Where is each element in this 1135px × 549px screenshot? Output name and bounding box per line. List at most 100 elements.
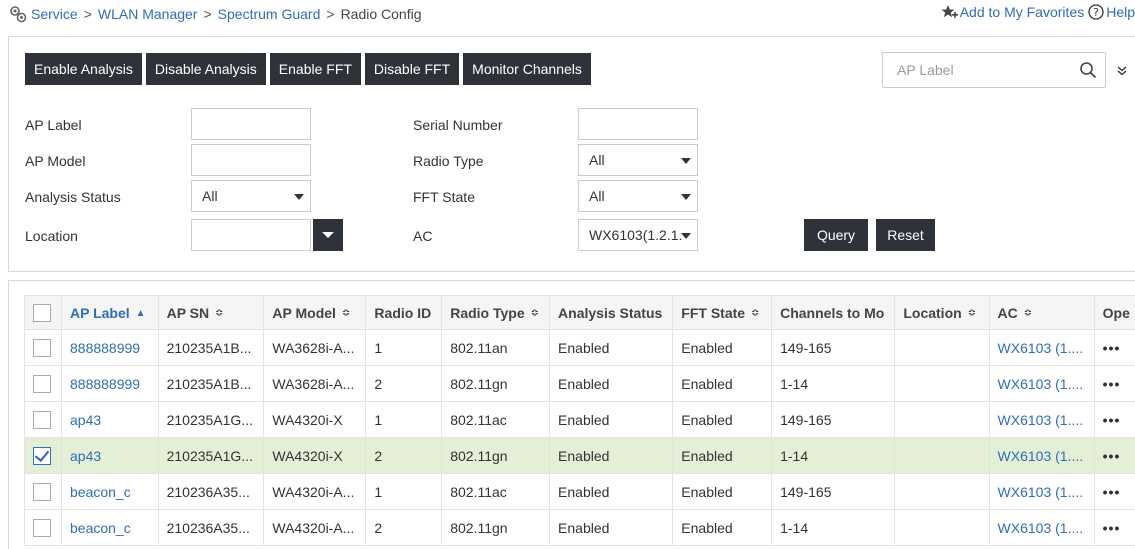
breadcrumb-wlan-manager[interactable]: WLAN Manager — [98, 6, 198, 22]
breadcrumb-current: Radio Config — [340, 6, 422, 22]
row-checkbox[interactable] — [33, 518, 51, 537]
header-actions: Add to My Favorites ? Help — [941, 4, 1135, 20]
fft-state-cell: Enabled — [672, 401, 773, 438]
disable-analysis-button[interactable]: Disable Analysis — [145, 53, 266, 85]
expand-chevron-icon[interactable] — [1116, 65, 1128, 77]
ap-label-link[interactable]: 888888999 — [61, 365, 159, 402]
svg-text:?: ? — [1093, 6, 1099, 19]
more-actions-icon[interactable]: ••• — [1103, 484, 1121, 500]
ap-sn-cell: 210236A35... — [157, 473, 265, 510]
ap-model-cell: WA4320i-A... — [263, 509, 367, 546]
help-link[interactable]: Help — [1106, 4, 1135, 20]
col-ap-label[interactable]: AP Label ▲ — [61, 295, 159, 330]
table-row[interactable]: ap43 210235A1G... WA4320i-X 2 802.11gn E… — [24, 437, 1135, 474]
breadcrumb-separator: > — [83, 6, 92, 22]
row-checkbox[interactable] — [33, 410, 51, 429]
table-row[interactable]: beacon_c 210236A35... WA4320i-A... 2 802… — [24, 509, 1135, 546]
channels-cell: 149-165 — [771, 329, 896, 366]
location-dropdown-button[interactable] — [313, 219, 343, 251]
serial-number-input[interactable] — [578, 108, 698, 140]
breadcrumb-service[interactable]: Service — [31, 6, 78, 22]
star-add-icon[interactable] — [941, 4, 958, 20]
radio-table: AP Label ▲ AP SN ≎ AP Model ≎ Radio ID Radi… — [24, 295, 1135, 546]
ap-model-cell: WA4320i-A... — [263, 473, 367, 510]
ac-link[interactable]: WX6103 (1.... — [988, 329, 1095, 366]
dropdown-caret-icon — [322, 232, 334, 238]
ap-label-link[interactable]: beacon_c — [61, 509, 159, 546]
search-icon[interactable] — [1079, 61, 1097, 79]
enable-fft-button[interactable]: Enable FFT — [269, 53, 361, 85]
breadcrumb-separator: > — [326, 6, 335, 22]
fft-state-cell: Enabled — [672, 473, 773, 510]
col-operation: Ope — [1093, 295, 1135, 330]
radio-id-cell: 1 — [365, 401, 443, 438]
table-row[interactable]: 888888999 210235A1B... WA3628i-A... 2 80… — [24, 365, 1135, 402]
radio-type-value: All — [589, 152, 605, 168]
ap-model-input[interactable] — [191, 144, 311, 176]
fft-state-cell: Enabled — [672, 509, 773, 546]
select-all-checkbox[interactable] — [33, 303, 51, 322]
ap-sn-cell: 210235A1B... — [157, 365, 265, 402]
more-actions-icon[interactable]: ••• — [1103, 340, 1121, 356]
more-actions-icon[interactable]: ••• — [1103, 520, 1121, 536]
row-checkbox[interactable] — [33, 482, 51, 501]
ac-link[interactable]: WX6103 (1.... — [988, 437, 1095, 474]
sort-icon: ≎ — [341, 308, 351, 320]
analysis-status-cell: Enabled — [549, 437, 674, 474]
location-input[interactable] — [191, 219, 311, 251]
more-actions-icon[interactable]: ••• — [1103, 448, 1121, 464]
query-button[interactable]: Query — [804, 219, 868, 251]
ap-label-link[interactable]: ap43 — [61, 401, 159, 438]
row-checkbox[interactable] — [33, 338, 51, 357]
enable-analysis-button[interactable]: Enable Analysis — [25, 53, 142, 85]
operation-cell: ••• — [1093, 329, 1135, 366]
row-select-cell — [24, 401, 62, 438]
col-ap-model[interactable]: AP Model ≎ — [263, 295, 367, 330]
analysis-status-select[interactable]: All — [191, 180, 311, 212]
table-header-row: AP Label ▲ AP SN ≎ AP Model ≎ Radio ID Radi… — [24, 295, 1135, 330]
fft-state-select[interactable]: All — [578, 180, 698, 212]
breadcrumb-spectrum-guard[interactable]: Spectrum Guard — [218, 6, 321, 22]
search-input[interactable]: AP Label — [882, 52, 1106, 88]
add-to-favorites-link[interactable]: Add to My Favorites — [960, 4, 1085, 20]
ap-label-input[interactable] — [191, 108, 311, 140]
row-checkbox[interactable] — [33, 374, 51, 393]
col-location[interactable]: Location ≎ — [894, 295, 990, 330]
reset-button[interactable]: Reset — [876, 219, 935, 251]
analysis-status-cell: Enabled — [549, 329, 674, 366]
more-actions-icon[interactable]: ••• — [1103, 412, 1121, 428]
ac-link[interactable]: WX6103 (1.... — [988, 401, 1095, 438]
top-bar: Service > WLAN Manager > Spectrum Guard … — [0, 0, 1135, 28]
table-row[interactable]: beacon_c 210236A35... WA4320i-A... 1 802… — [24, 473, 1135, 510]
ac-link[interactable]: WX6103 (1.... — [988, 473, 1095, 510]
fft-state-value: All — [589, 188, 605, 204]
ac-link[interactable]: WX6103 (1.... — [988, 365, 1095, 402]
col-ac[interactable]: AC ≎ — [988, 295, 1095, 330]
help-icon[interactable]: ? — [1088, 4, 1104, 20]
ap-model-label: AP Model — [25, 153, 86, 169]
channels-cell: 1-14 — [771, 437, 896, 474]
analysis-status-cell: Enabled — [549, 401, 674, 438]
location-cell — [894, 509, 990, 546]
ac-select[interactable]: WX6103(1.2.1. — [578, 219, 698, 251]
col-ap-sn[interactable]: AP SN ≎ — [157, 295, 265, 330]
breadcrumb: Service > WLAN Manager > Spectrum Guard … — [9, 5, 422, 23]
monitor-channels-button[interactable]: Monitor Channels — [463, 53, 591, 85]
radio-type-select[interactable]: All — [578, 144, 698, 176]
col-fft-state[interactable]: FFT State ≎ — [672, 295, 773, 330]
ap-label-link[interactable]: beacon_c — [61, 473, 159, 510]
row-checkbox[interactable] — [33, 446, 51, 465]
ac-link[interactable]: WX6103 (1.... — [988, 509, 1095, 546]
location-cell — [894, 437, 990, 474]
operation-cell: ••• — [1093, 437, 1135, 474]
col-radio-type[interactable]: Radio Type ≎ — [441, 295, 551, 330]
table-row[interactable]: ap43 210235A1G... WA4320i-X 1 802.11ac E… — [24, 401, 1135, 438]
analysis-status-cell: Enabled — [549, 365, 674, 402]
ap-label-link[interactable]: 888888999 — [61, 329, 159, 366]
more-actions-icon[interactable]: ••• — [1103, 376, 1121, 392]
ap-label-link[interactable]: ap43 — [61, 437, 159, 474]
fft-state-cell: Enabled — [672, 437, 773, 474]
ap-sn-cell: 210235A1B... — [157, 329, 265, 366]
table-row[interactable]: 888888999 210235A1B... WA3628i-A... 1 80… — [24, 329, 1135, 366]
disable-fft-button[interactable]: Disable FFT — [364, 53, 460, 85]
